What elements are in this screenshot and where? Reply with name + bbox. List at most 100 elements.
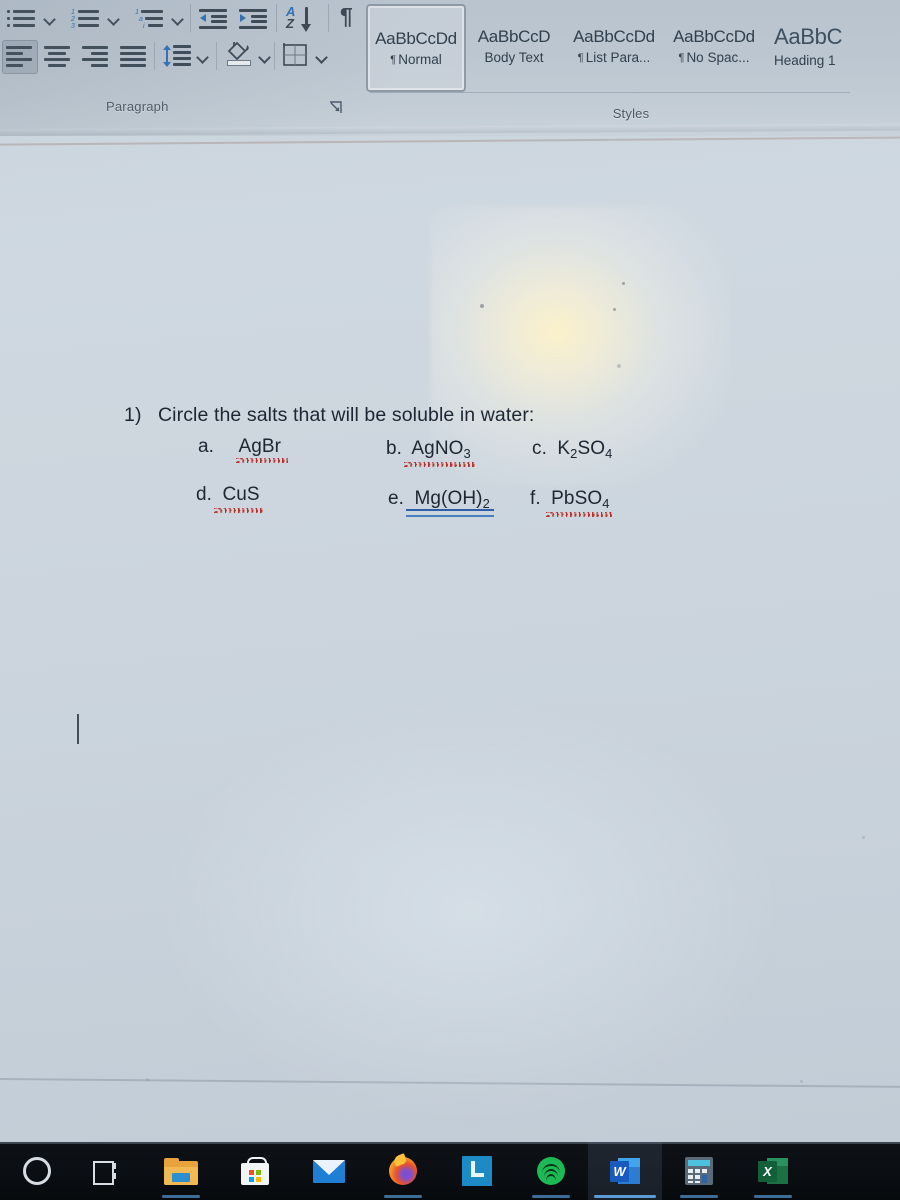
lockdown-browser-icon	[462, 1156, 492, 1186]
windows-taskbar: W X	[0, 1142, 900, 1200]
justify-button[interactable]	[116, 40, 150, 72]
taskbar-item-cortana[interactable]	[0, 1142, 74, 1200]
align-left-button[interactable]	[2, 40, 36, 72]
question-prompt-line: 1) Circle the salts that will be soluble …	[124, 404, 534, 427]
option-formula: PbSO4	[551, 488, 610, 511]
spellcheck-underline-f	[546, 512, 612, 517]
style-label: ¶ No Spac...	[678, 50, 750, 65]
taskbar-item-microsoft-store[interactable]	[218, 1142, 292, 1200]
option-formula: K2SO4	[557, 438, 613, 461]
spellcheck-underline-b	[404, 462, 476, 467]
style-preview: AaBbCcD	[477, 27, 551, 46]
ribbon-group-paragraph: 1 2 3 1 a i A Z ¶ Paragraph	[0, 0, 353, 136]
taskbar-item-task-view[interactable]	[70, 1142, 144, 1200]
taskbar-item-lockdown-browser[interactable]	[440, 1142, 514, 1200]
decrease-indent-icon	[199, 9, 227, 29]
option-label: a.	[198, 436, 215, 457]
microsoft-store-icon	[241, 1157, 269, 1185]
option-formula: Mg(OH)2	[414, 488, 490, 511]
borders-chevron-down-icon[interactable]	[316, 51, 328, 63]
taskbar-item-spotify[interactable]	[514, 1142, 588, 1200]
bullets-button[interactable]	[4, 4, 40, 34]
spotify-icon	[537, 1157, 565, 1185]
firefox-icon	[389, 1153, 417, 1185]
spellcheck-underline-a	[236, 458, 288, 463]
taskbar-item-calculator[interactable]	[662, 1142, 736, 1200]
styles-divider	[370, 92, 850, 93]
excel-icon: X	[758, 1158, 788, 1184]
option-c[interactable]: c. K2SO4	[532, 438, 613, 461]
option-label: d.	[196, 484, 213, 505]
style-label: Heading 1	[774, 53, 836, 68]
increase-indent-icon	[239, 9, 267, 29]
question-prompt-text: Circle the salts that will be soluble in…	[158, 404, 535, 426]
taskbar-item-mail[interactable]	[292, 1142, 366, 1200]
numbering-chevron-down-icon[interactable]	[108, 13, 120, 25]
taskbar-item-file-explorer[interactable]	[144, 1142, 218, 1200]
multilevel-list-button[interactable]: 1 a i	[132, 4, 168, 34]
style-preview: AaBbCcDd	[375, 29, 457, 48]
pilcrow-icon: ¶	[340, 3, 353, 29]
option-label: b.	[386, 438, 403, 459]
style-item-normal[interactable]: AaBbCcDd ¶ Normal	[366, 4, 466, 92]
ribbon-group-styles: AaBbCcDd ¶ Normal AaBbCcD Body Text AaBb…	[362, 0, 900, 136]
screen-photo: 1 2 3 1 a i A Z ¶ Paragraph AaBbCcDd ¶ N…	[0, 0, 900, 1200]
style-item-no-spacing[interactable]: AaBbCcDd ¶ No Spac...	[666, 4, 762, 88]
align-right-button[interactable]	[78, 40, 112, 72]
taskbar-item-firefox[interactable]	[366, 1142, 440, 1200]
sort-az-icon: A Z	[285, 5, 319, 33]
align-center-button[interactable]	[40, 40, 74, 72]
option-e[interactable]: e. Mg(OH)2	[388, 488, 490, 511]
grammar-underline-e-2	[406, 515, 494, 517]
option-label: e.	[388, 488, 405, 509]
styles-group-label: Styles	[612, 106, 650, 121]
numbering-button[interactable]: 1 2 3	[68, 4, 104, 34]
justify-icon	[120, 46, 146, 67]
calculator-icon	[685, 1157, 713, 1185]
paint-bucket-icon	[225, 40, 253, 68]
option-formula: CuS	[222, 484, 260, 505]
question-number: 1)	[124, 404, 142, 426]
increase-indent-button[interactable]	[236, 4, 270, 34]
question-block: 1) Circle the salts that will be soluble …	[0, 136, 900, 1142]
numbering-icon: 1 2 3	[71, 9, 101, 30]
style-preview: AaBbCcDd	[673, 27, 755, 46]
line-spacing-chevron-down-icon[interactable]	[197, 51, 209, 63]
option-d[interactable]: d. CuS	[196, 484, 260, 506]
bullets-chevron-down-icon[interactable]	[44, 13, 56, 25]
pilcrow-icon: ¶	[678, 51, 685, 64]
word-ribbon: 1 2 3 1 a i A Z ¶ Paragraph AaBbCcDd ¶ N…	[0, 0, 900, 136]
style-preview: AaBbCcDd	[573, 27, 655, 46]
style-item-heading-1[interactable]: AaBbC Heading 1	[766, 4, 900, 88]
sort-button[interactable]: A Z	[282, 2, 322, 36]
option-formula: AgBr	[238, 436, 282, 457]
align-center-icon	[44, 46, 70, 67]
document-page[interactable]: 1) Circle the salts that will be soluble …	[0, 136, 900, 1142]
taskbar-item-word[interactable]: W	[588, 1142, 662, 1200]
bullets-icon	[7, 9, 37, 29]
option-a[interactable]: a. AgBr	[198, 436, 281, 458]
style-item-body-text[interactable]: AaBbCcD Body Text	[466, 4, 562, 88]
multilevel-list-chevron-down-icon[interactable]	[172, 13, 184, 25]
grammar-underline-e-1	[406, 509, 494, 511]
borders-button[interactable]	[278, 40, 312, 72]
taskbar-item-excel[interactable]: X	[736, 1142, 810, 1200]
task-view-icon	[93, 1160, 121, 1185]
decrease-indent-button[interactable]	[196, 4, 230, 34]
line-spacing-button[interactable]	[160, 40, 194, 72]
align-right-icon	[82, 46, 108, 67]
paragraph-dialog-launcher[interactable]	[327, 99, 349, 119]
option-f[interactable]: f. PbSO4	[530, 488, 610, 511]
shading-chevron-down-icon[interactable]	[259, 51, 271, 63]
spellcheck-underline-d	[214, 508, 264, 513]
option-b[interactable]: b. AgNO3	[386, 438, 471, 461]
option-label: f.	[530, 488, 541, 509]
style-label: ¶ Normal	[390, 52, 442, 67]
borders-grid-icon	[282, 43, 308, 67]
mail-icon	[313, 1159, 345, 1183]
align-left-icon	[6, 46, 32, 67]
style-item-list-paragraph[interactable]: AaBbCcDd ¶ List Para...	[566, 4, 662, 88]
line-spacing-icon	[163, 45, 191, 67]
shading-button[interactable]	[222, 38, 256, 74]
pilcrow-icon: ¶	[577, 51, 584, 64]
